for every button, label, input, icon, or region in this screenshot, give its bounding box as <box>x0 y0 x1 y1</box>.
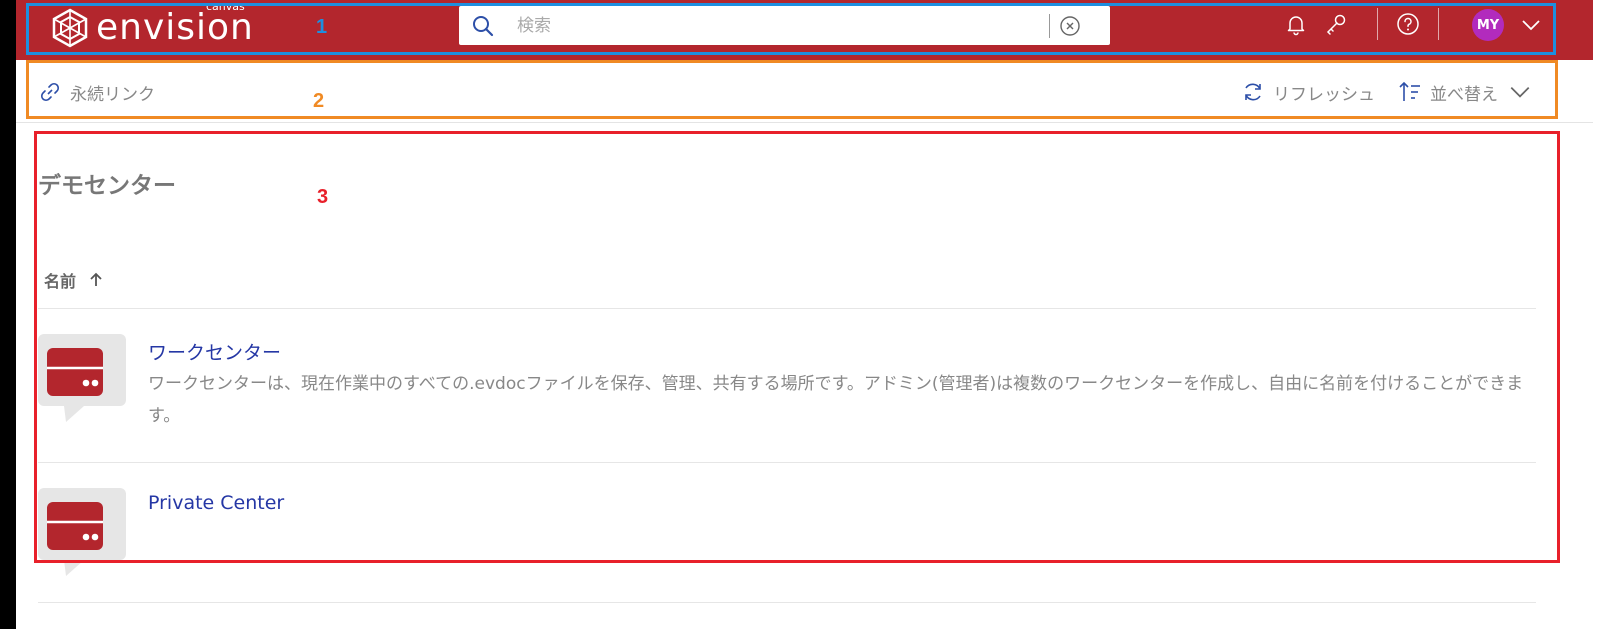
list-divider <box>38 602 1536 603</box>
window-scrollbar-track[interactable] <box>1592 0 1615 629</box>
annotation-box-1 <box>26 3 1556 55</box>
annotation-box-2 <box>26 60 1558 119</box>
app-window: envision canvas 検索 MY 永続リンク リフレッシュ 並べ替え … <box>16 0 1593 629</box>
annotation-box-3 <box>34 131 1560 563</box>
annotation-label-2: 2 <box>313 90 325 112</box>
window-left-edge <box>0 0 16 629</box>
annotation-label-3: 3 <box>317 186 329 208</box>
annotation-label-1: 1 <box>316 16 328 38</box>
